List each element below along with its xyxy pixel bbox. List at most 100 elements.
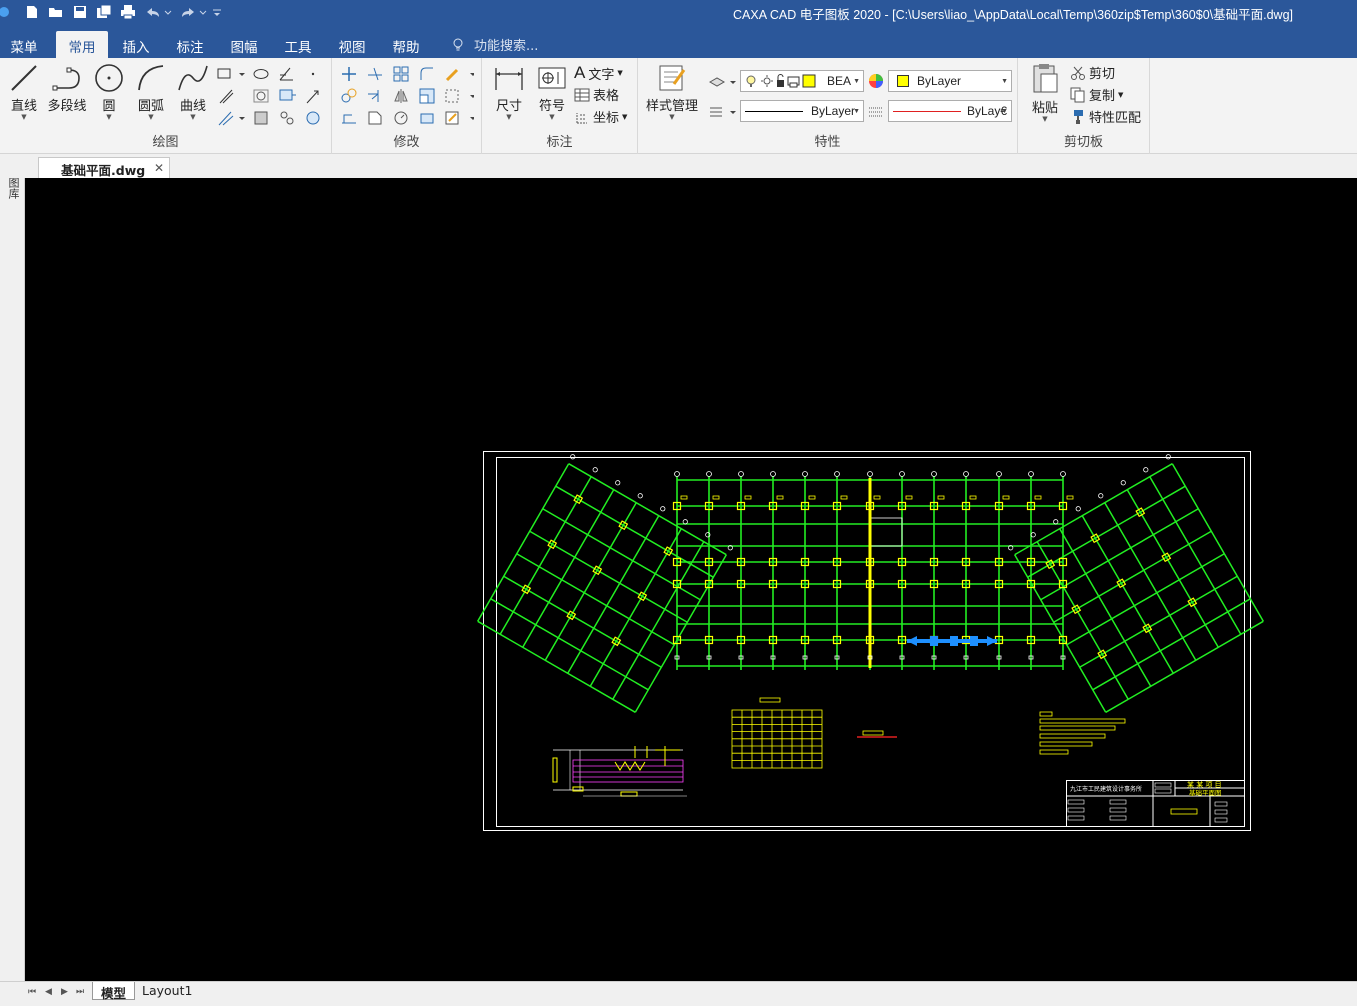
dimension-button[interactable]: 尺寸 ▼ [490, 62, 528, 121]
last-layout-icon[interactable]: ⏭ [76, 987, 84, 997]
modify-group: 修改 [332, 58, 482, 154]
point-icon[interactable] [304, 65, 322, 83]
lineweight-dropdown[interactable]: ByLay€ ▼ [888, 100, 1012, 122]
properties-edit-icon[interactable] [444, 109, 474, 127]
linetype-value: ByLayer [811, 104, 856, 118]
tab-annotate[interactable]: 标注 [166, 31, 214, 58]
customize-quick-access-icon[interactable] [210, 2, 224, 22]
polyline-button[interactable]: 多段线 [44, 62, 90, 114]
cut-button[interactable]: 剪切 [1070, 63, 1115, 82]
rectangle-icon[interactable] [217, 65, 247, 83]
break-icon[interactable] [444, 87, 474, 105]
color-dropdown[interactable]: ByLayer ▼ [888, 70, 1012, 92]
copy-object-icon[interactable] [340, 87, 358, 105]
paste-button[interactable]: 粘贴 ▼ [1026, 62, 1064, 123]
arc-button[interactable]: 圆弧 ▼ [132, 62, 170, 121]
side-panel: 图库 [0, 155, 25, 985]
trim-icon[interactable] [366, 65, 384, 83]
title-bar: CAXA CAD 电子图板 2020 - [C:\Users\liao_\App… [0, 0, 1357, 27]
layer-manager-icon[interactable] [708, 72, 736, 90]
angle-line-icon[interactable] [278, 65, 296, 83]
save-all-icon[interactable] [94, 2, 114, 22]
tab-common[interactable]: 常用 [56, 31, 108, 58]
tab-view[interactable]: 视图 [328, 31, 376, 58]
drawing-sheet: 九江市工民建筑设计事务所 某 某 项 目 基础平面图 [477, 451, 1264, 831]
pattern-icon[interactable] [278, 109, 296, 127]
style-manager-button[interactable]: 样式管理 ▼ [644, 62, 700, 121]
arrow-icon[interactable] [304, 87, 322, 105]
extend-icon[interactable] [366, 87, 384, 105]
table-button[interactable]: 表格 [574, 85, 619, 104]
layer-value: BEA [827, 74, 852, 88]
line-button[interactable]: 直线 ▼ [6, 62, 42, 121]
tab-insert[interactable]: 插入 [112, 31, 160, 58]
open-file-icon[interactable] [46, 2, 66, 22]
spline-icon [178, 65, 208, 91]
match-properties-button[interactable]: 特性匹配 [1070, 107, 1141, 126]
polygon-icon[interactable] [252, 87, 270, 105]
title-block-project: 某 某 项 目 [1187, 781, 1222, 789]
table-label: 表格 [593, 89, 620, 104]
table-icon [574, 88, 590, 101]
edit-icon[interactable] [444, 65, 474, 83]
fillet-icon[interactable] [418, 65, 436, 83]
parallel-line-icon[interactable] [217, 109, 247, 127]
document-tab[interactable]: 基础平面.dwg ✕ [38, 157, 170, 178]
lineweight-icon[interactable] [867, 102, 885, 120]
document-tab-name: 基础平面.dwg [61, 163, 146, 178]
centerline-icon[interactable] [278, 87, 296, 105]
style-manager-icon [659, 65, 686, 91]
function-search[interactable]: 功能搜索... [452, 35, 538, 54]
new-file-icon[interactable] [22, 2, 42, 22]
array-icon[interactable] [392, 65, 410, 83]
drawing-canvas[interactable]: 九江市工民建筑设计事务所 某 某 项 目 基础平面图 [25, 178, 1357, 981]
stretch-icon[interactable] [340, 109, 358, 127]
block-icon[interactable] [252, 109, 270, 127]
offset-icon[interactable] [366, 109, 384, 127]
properties-group: 样式管理 ▼ BEA ▼ ByLayer ▼ ByLayer ▼ ByLay€ … [638, 58, 1018, 154]
app-logo-icon[interactable] [0, 2, 12, 22]
text-button[interactable]: A 文字 ▼ [574, 63, 623, 83]
redo-icon[interactable] [178, 2, 208, 22]
model-tab[interactable]: 模型 [92, 982, 136, 1001]
next-layout-icon[interactable]: ▶ [61, 987, 68, 997]
print-icon[interactable] [118, 2, 138, 22]
curve-button[interactable]: 曲线 ▼ [174, 62, 212, 121]
prev-layout-icon[interactable]: ◀ [45, 987, 52, 997]
copy-button[interactable]: 复制 ▼ [1070, 85, 1123, 104]
linetype-dropdown[interactable]: ByLayer ▼ [740, 100, 864, 122]
rotate-icon[interactable] [392, 109, 410, 127]
library-panel-label[interactable]: 图库 [5, 177, 20, 199]
explode-icon[interactable] [418, 109, 436, 127]
circle-button[interactable]: 圆 ▼ [92, 62, 126, 121]
mirror-icon[interactable] [392, 87, 410, 105]
hatch-line-icon[interactable] [217, 87, 235, 105]
tab-help[interactable]: 帮助 [382, 31, 430, 58]
layout1-tab[interactable]: Layout1 [134, 982, 200, 1000]
tab-sheet[interactable]: 图幅 [220, 31, 268, 58]
scale-icon[interactable] [418, 87, 436, 105]
document-tab-bar: 基础平面.dwg ✕ [0, 155, 1357, 178]
coordinate-button[interactable]: 坐标 ▼ [574, 107, 627, 126]
symbol-icon [538, 67, 566, 89]
match-properties-label: 特性匹配 [1089, 111, 1142, 126]
linetype-manager-icon[interactable] [708, 102, 736, 120]
save-icon[interactable] [70, 2, 90, 22]
lightbulb-icon [453, 38, 463, 50]
tab-tools[interactable]: 工具 [274, 31, 322, 58]
undo-icon[interactable] [143, 2, 173, 22]
symbol-button[interactable]: 符号 ▼ [534, 62, 570, 121]
close-tab-icon[interactable]: ✕ [154, 161, 164, 175]
paste-icon [1033, 64, 1058, 93]
layer-dropdown[interactable]: BEA ▼ [740, 70, 864, 92]
cloud-icon[interactable] [304, 109, 322, 127]
move-icon[interactable] [340, 65, 358, 83]
coordinate-icon [576, 112, 587, 123]
title-block: 九江市工民建筑设计事务所 某 某 项 目 基础平面图 [1066, 780, 1245, 827]
ellipse-icon[interactable] [252, 65, 270, 83]
selected-beam [907, 636, 997, 646]
first-layout-icon[interactable]: ⏮ [28, 987, 36, 997]
color-wheel-icon[interactable] [867, 72, 885, 90]
clipboard-group: 粘贴 ▼ 剪切 复制 ▼ 特性匹配 剪切板 [1018, 58, 1150, 154]
tab-menu[interactable]: 菜单 [0, 31, 48, 58]
